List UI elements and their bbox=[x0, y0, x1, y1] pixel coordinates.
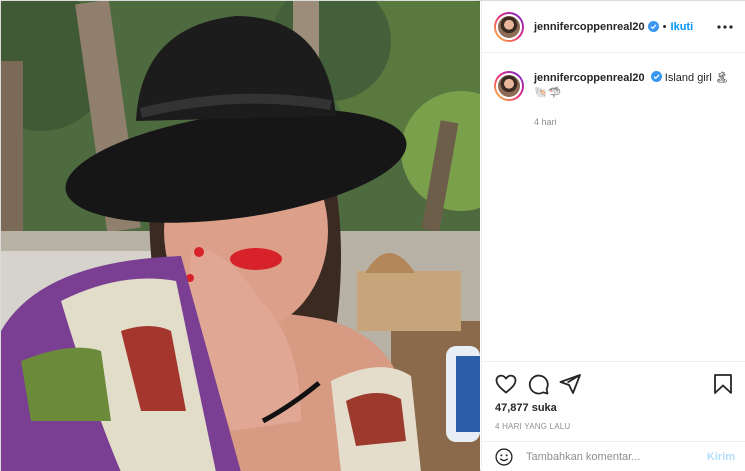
post-side-panel: jennifercoppenreal20 • Ikuti jennifercop… bbox=[481, 1, 745, 471]
likes-count[interactable]: 47,877 suka bbox=[495, 402, 557, 414]
comment-icon[interactable] bbox=[526, 372, 550, 396]
comment-bar: Kirim bbox=[482, 441, 745, 471]
post-photo[interactable] bbox=[1, 1, 480, 471]
post-photo-illustration bbox=[1, 1, 480, 471]
comment-input[interactable] bbox=[526, 451, 696, 463]
caption-avatar[interactable] bbox=[494, 71, 524, 101]
bookmark-icon[interactable] bbox=[711, 372, 735, 396]
author-avatar[interactable] bbox=[494, 11, 524, 42]
verified-badge-icon bbox=[647, 21, 659, 32]
caption-body: Island girl 🏝 bbox=[664, 72, 729, 84]
instagram-post-modal: jennifercoppenreal20 • Ikuti jennifercop… bbox=[0, 0, 745, 471]
share-icon[interactable] bbox=[558, 372, 582, 396]
more-options-icon[interactable] bbox=[715, 19, 735, 35]
caption-emoji-line: 🐚🦈 bbox=[534, 87, 562, 99]
posted-timestamp[interactable]: 4 HARI YANG LALU bbox=[495, 422, 570, 431]
caption-username[interactable]: jennifercoppenreal20 bbox=[534, 72, 645, 84]
send-comment-button[interactable]: Kirim bbox=[707, 451, 735, 463]
separator-dot: • bbox=[662, 20, 667, 33]
caption-text: jennifercoppenreal20 Island girl 🏝 🐚🦈 bbox=[534, 71, 734, 101]
caption-verified-badge-icon bbox=[650, 71, 662, 82]
author-username[interactable]: jennifercoppenreal20 bbox=[534, 21, 645, 33]
action-icons bbox=[494, 372, 590, 396]
follow-button[interactable]: Ikuti bbox=[671, 21, 694, 33]
caption-time[interactable]: 4 hari bbox=[534, 117, 557, 127]
post-header: jennifercoppenreal20 • Ikuti bbox=[482, 1, 745, 53]
emoji-icon[interactable] bbox=[494, 447, 514, 467]
heart-icon[interactable] bbox=[494, 372, 518, 396]
caption-row: jennifercoppenreal20 Island girl 🏝 🐚🦈 bbox=[494, 71, 739, 101]
